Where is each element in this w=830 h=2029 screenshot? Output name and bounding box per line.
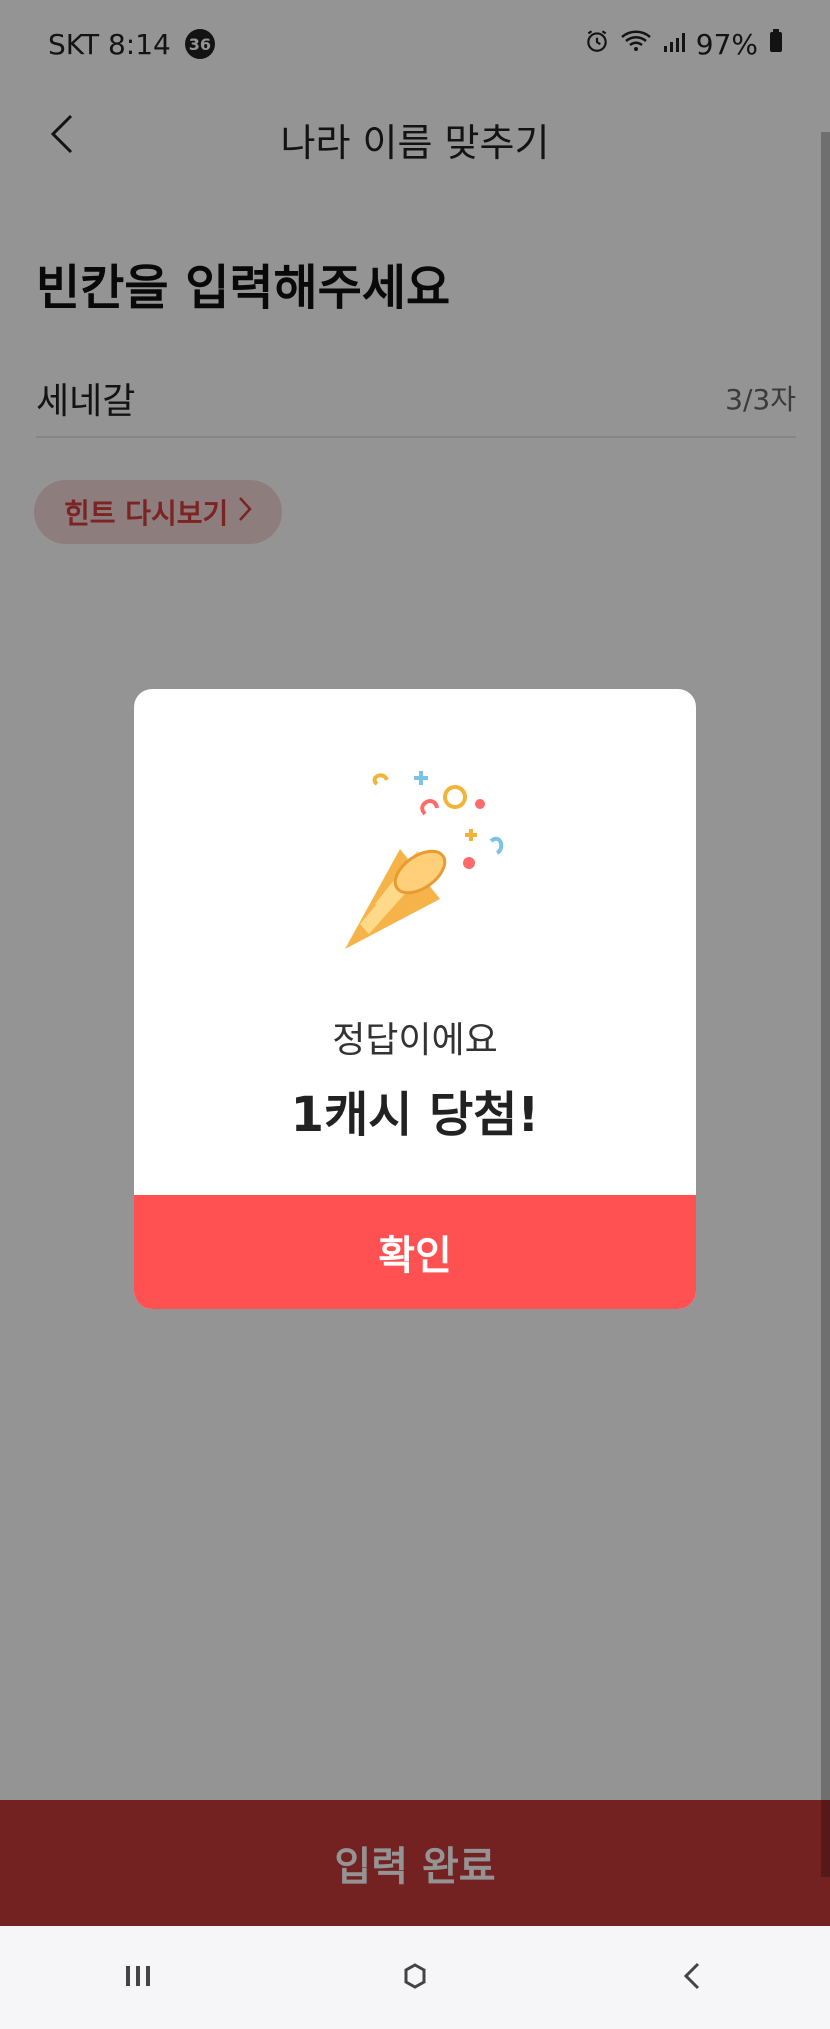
recent-apps-icon <box>124 1964 152 1992</box>
home-button[interactable] <box>375 1948 455 2008</box>
modal-message: 정답이에요 <box>332 1020 498 1061</box>
system-nav-bar <box>0 1926 830 2029</box>
recent-apps-button[interactable] <box>98 1948 178 2008</box>
back-icon <box>682 1962 702 1994</box>
party-popper-icon <box>315 759 515 959</box>
result-modal: 정답이에요 1캐시 당첨! 확인 <box>134 689 696 1309</box>
home-icon <box>402 1962 428 1993</box>
modal-reward: 1캐시 당첨! <box>290 1087 540 1143</box>
confirm-button[interactable]: 확인 <box>134 1195 696 1309</box>
system-back-button[interactable] <box>652 1948 732 2008</box>
scrollbar[interactable] <box>821 132 830 1877</box>
